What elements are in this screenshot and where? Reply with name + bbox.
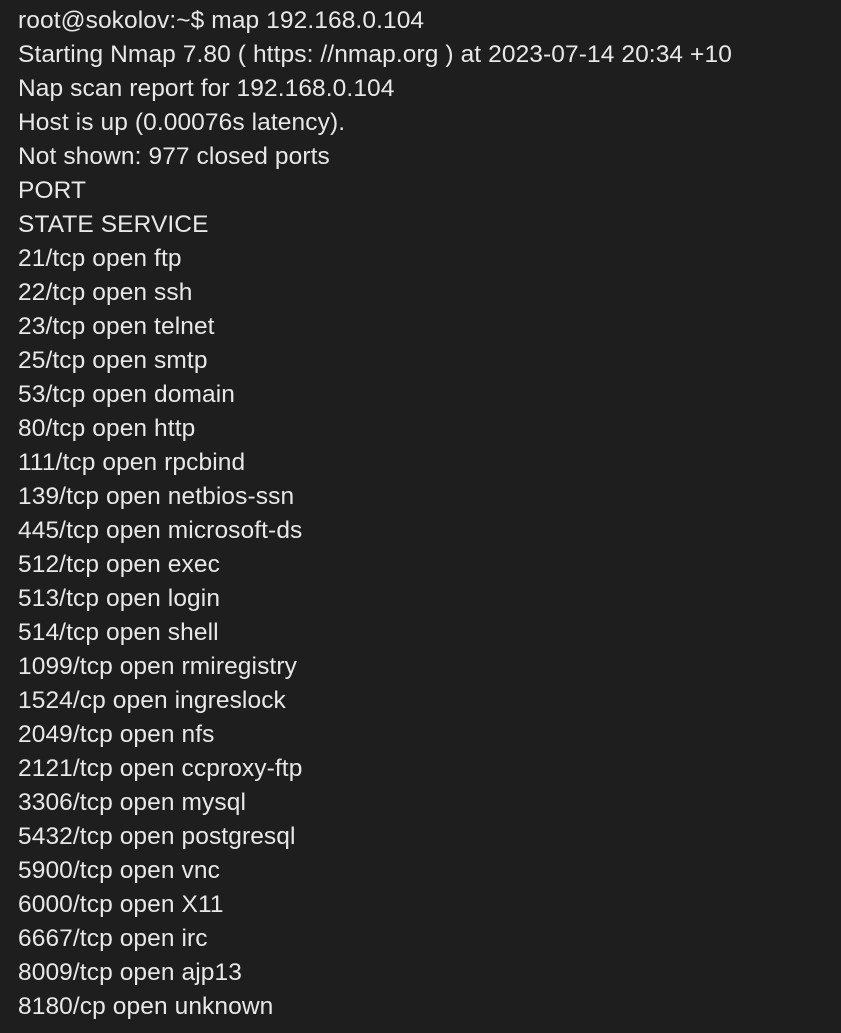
scan-report-line: Nap scan report for 192.168.0.104	[18, 75, 395, 102]
port-line: 513/tcp open login	[18, 585, 221, 612]
port-line: 6000/tcp open X11	[18, 891, 224, 918]
port-line: 512/tcp open exec	[18, 551, 220, 578]
state-service-header-line: STATE SERVICE	[18, 211, 209, 238]
port-line: 5432/tcp open postgresql	[18, 823, 296, 850]
port-line: 2049/tcp open nfs	[18, 721, 215, 748]
port-line: 25/tcp open smtp	[18, 347, 208, 374]
terminal-output[interactable]: root@sokolov:~$ map 192.168.0.104 Starti…	[0, 0, 841, 1033]
port-line: 1524/cp open ingreslock	[18, 687, 286, 714]
port-header-line: PORT	[18, 177, 87, 204]
port-line: 514/tcp open shell	[18, 619, 219, 646]
port-line: 5900/tcp open vnc	[18, 857, 220, 884]
command-prompt-line: root@sokolov:~$ map 192.168.0.104	[18, 7, 425, 34]
port-line: 8009/tcp open ajp13	[18, 959, 242, 986]
port-line: 21/tcp open ftp	[18, 245, 182, 272]
port-line: 111/tcp open rpcbind	[18, 449, 246, 476]
port-line: 139/tcp open netbios-ssn	[18, 483, 295, 510]
port-line: 1099/tcp open rmiregistry	[18, 653, 297, 680]
port-line: 445/tcp open microsoft-ds	[18, 517, 303, 544]
host-status-line: Host is up (0.00076s latency).	[18, 109, 346, 136]
port-line: 22/tcp open ssh	[18, 279, 193, 306]
port-line: 80/tcp open http	[18, 415, 196, 442]
port-line: 53/tcp open domain	[18, 381, 236, 408]
port-line: 8180/cp open unknown	[18, 993, 274, 1020]
not-shown-line: Not shown: 977 closed ports	[18, 143, 330, 170]
port-line: 6667/tcp open irc	[18, 925, 208, 952]
port-line: 3306/tcp open mysql	[18, 789, 246, 816]
port-line: 23/tcp open telnet	[18, 313, 215, 340]
port-line: 2121/tcp open ccproxy-ftp	[18, 755, 303, 782]
nmap-start-line: Starting Nmap 7.80 ( https: //nmap.org )…	[18, 41, 732, 68]
